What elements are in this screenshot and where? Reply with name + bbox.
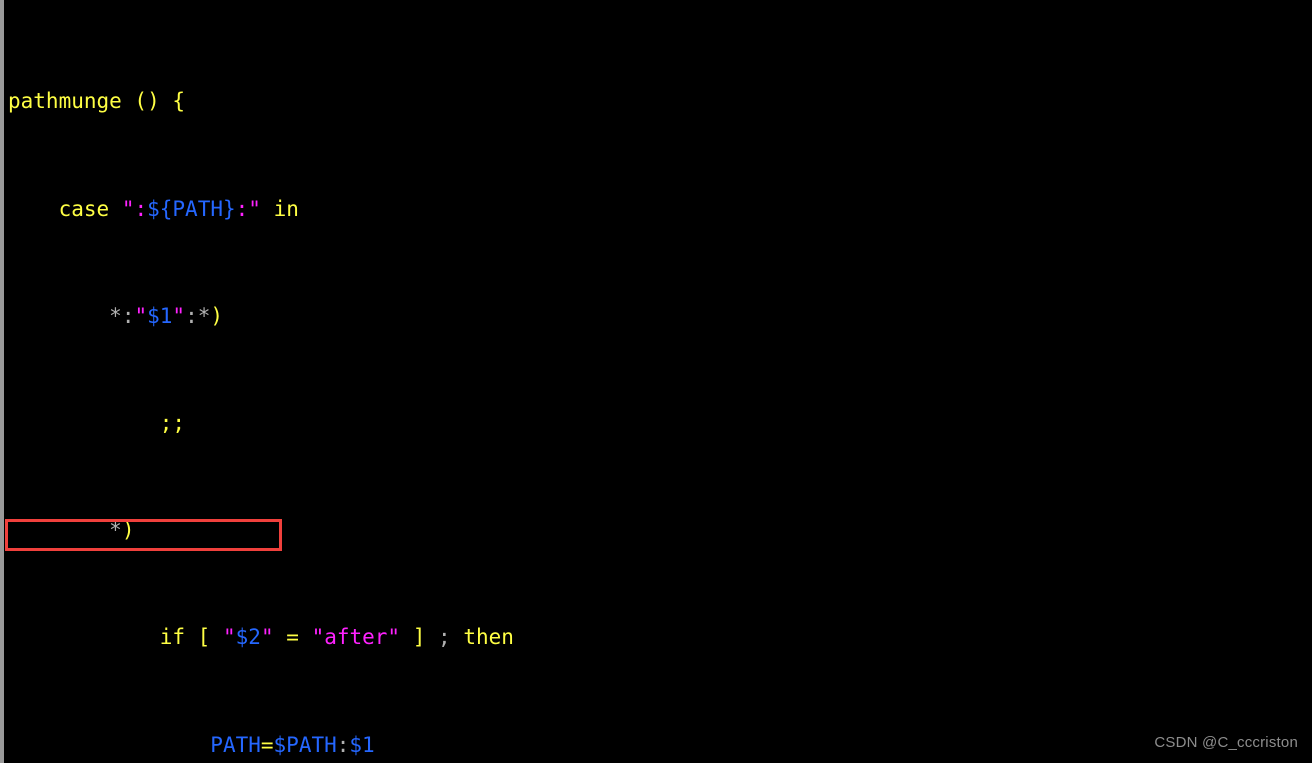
keyword-in: in xyxy=(273,196,299,221)
colon-1: : xyxy=(121,303,135,328)
case-paren: ) xyxy=(121,518,135,543)
glob-star: * xyxy=(109,518,122,543)
code-line-5: *) xyxy=(4,517,1312,544)
keyword-if: if xyxy=(159,625,186,650)
code-line-7: PATH=$PATH:$1 xyxy=(4,732,1312,759)
variable-arg1: $1 xyxy=(147,303,173,328)
path-separator: : xyxy=(336,732,350,757)
case-paren: ) xyxy=(210,303,224,328)
assign-name-path: PATH xyxy=(210,732,261,757)
space-2 xyxy=(210,625,223,649)
space-4 xyxy=(299,625,312,649)
bracket-close: ] xyxy=(412,625,426,650)
semicolon: ; xyxy=(438,625,451,650)
operator-equals: = xyxy=(286,625,299,650)
space-6 xyxy=(425,625,438,649)
colon-2: : xyxy=(235,196,249,221)
string-after: "after" xyxy=(311,625,401,650)
colon-1: : xyxy=(134,196,148,221)
code-line-3: *:"$1":*) xyxy=(4,303,1312,330)
terminal-screen[interactable]: pathmunge () { case ":${PATH}:" in *:"$1… xyxy=(4,8,1312,763)
quote-open: " xyxy=(222,625,236,650)
quote-close: " xyxy=(248,196,261,221)
variable-path: ${PATH} xyxy=(147,196,236,221)
space-2 xyxy=(261,197,274,221)
bracket-open: [ xyxy=(197,625,211,650)
case-terminator: ;; xyxy=(159,410,186,435)
terminal-window[interactable]: pathmunge () { case ":${PATH}:" in *:"$1… xyxy=(0,0,1312,763)
code-line-4: ;; xyxy=(4,410,1312,437)
code-line-1: pathmunge () { xyxy=(4,88,1312,115)
value-path-var: $PATH xyxy=(273,732,337,757)
watermark: CSDN @C_cccriston xyxy=(1154,734,1298,751)
quote-close: " xyxy=(260,625,274,650)
keyword-case: case xyxy=(58,196,110,221)
space-3 xyxy=(274,625,287,649)
variable-arg2: $2 xyxy=(235,625,261,650)
space-7 xyxy=(451,625,464,649)
quote-close: " xyxy=(172,303,186,328)
space-5 xyxy=(400,625,413,649)
glob-star-1: * xyxy=(109,303,122,328)
keyword-then: then xyxy=(463,625,514,650)
quote-open: " xyxy=(121,196,135,221)
function-declaration: pathmunge () { xyxy=(8,89,186,114)
value-arg1: $1 xyxy=(349,732,375,757)
colon-2: : xyxy=(185,303,198,328)
space-1 xyxy=(185,625,198,649)
quote-open: " xyxy=(134,303,148,328)
code-line-6: if [ "$2" = "after" ] ; then xyxy=(4,624,1312,651)
glob-star-2: * xyxy=(197,303,211,328)
code-line-2: case ":${PATH}:" in xyxy=(4,196,1312,223)
operator-equals: = xyxy=(260,732,274,757)
